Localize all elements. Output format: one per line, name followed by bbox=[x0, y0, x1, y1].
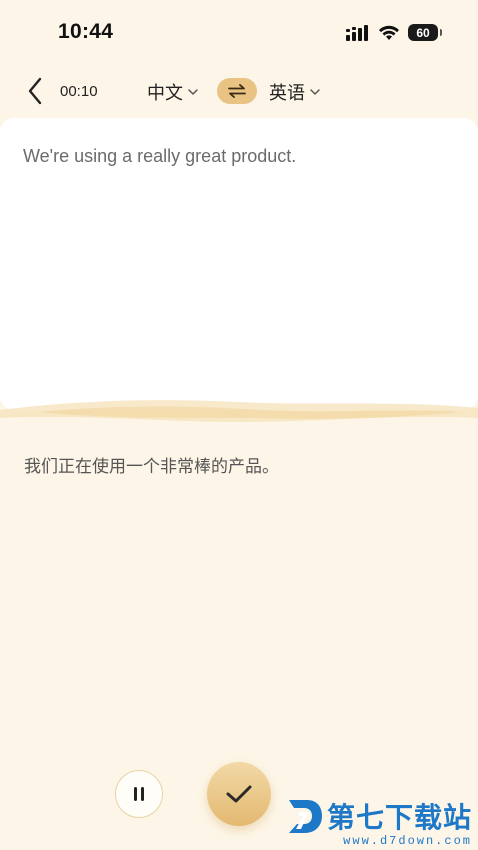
status-time: 10:44 bbox=[58, 20, 114, 43]
watermark-logo: 第七下载站 www.d7down.com bbox=[285, 796, 472, 848]
pause-icon bbox=[134, 787, 144, 801]
source-text-card: We're using a really great product. bbox=[0, 118, 478, 410]
battery-icon: 60 bbox=[408, 24, 442, 41]
wifi-icon bbox=[379, 25, 399, 40]
confirm-button[interactable] bbox=[207, 762, 271, 826]
target-language-select[interactable]: 英语 bbox=[269, 79, 321, 105]
source-language-select[interactable]: 中文 bbox=[147, 79, 199, 105]
chevron-down-icon bbox=[310, 89, 320, 95]
watermark-title: 第七下载站 bbox=[326, 801, 472, 834]
target-language-label: 英语 bbox=[269, 83, 305, 104]
checkmark-icon bbox=[226, 785, 252, 803]
swap-arrows-icon bbox=[228, 84, 246, 98]
d7-logo-icon bbox=[288, 800, 322, 833]
source-language-label: 中文 bbox=[147, 83, 183, 104]
chevron-left-icon bbox=[28, 77, 42, 105]
back-button[interactable] bbox=[22, 76, 48, 106]
translated-text: 我们正在使用一个非常棒的产品。 bbox=[24, 457, 279, 477]
cellular-signal-icon bbox=[346, 24, 368, 41]
pause-button[interactable] bbox=[115, 770, 163, 818]
recording-timer: 00:10 bbox=[60, 83, 98, 100]
watermark-url: www.d7down.com bbox=[343, 834, 472, 848]
source-text: We're using a really great product. bbox=[23, 146, 297, 166]
swap-language-button[interactable] bbox=[217, 78, 257, 104]
status-icons: 60 bbox=[346, 24, 442, 41]
battery-level: 60 bbox=[416, 25, 430, 40]
nav-bar: 00:10 中文 英语 bbox=[0, 64, 478, 118]
status-bar: 10:44 60 bbox=[0, 0, 478, 64]
chevron-down-icon bbox=[188, 89, 198, 95]
wave-divider bbox=[0, 400, 478, 422]
